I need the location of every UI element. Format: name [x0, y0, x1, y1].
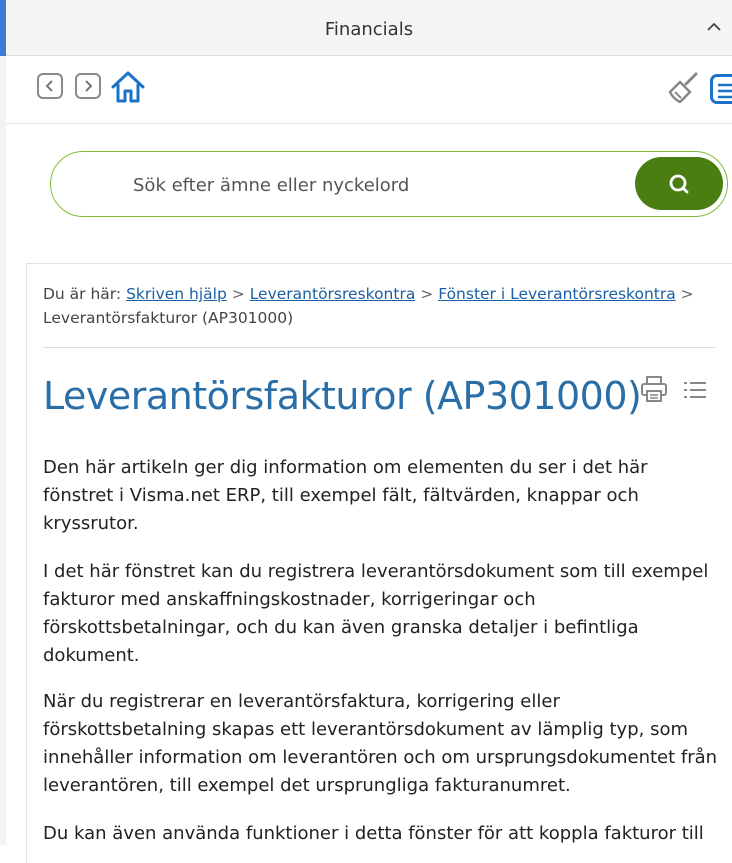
search-input[interactable]	[131, 166, 615, 204]
forward-button[interactable]	[75, 73, 101, 99]
list-icon[interactable]	[683, 379, 707, 401]
title-bar: Financials	[6, 0, 732, 56]
search-button[interactable]	[635, 157, 723, 210]
article-paragraph: Du kan även använda funktioner i detta f…	[43, 823, 704, 844]
breadcrumb-link-skriven-hjalp[interactable]: Skriven hjälp	[126, 285, 227, 303]
breadcrumb: Du är här: Skriven hjälp > Leverantörsre…	[43, 282, 703, 330]
breadcrumb-divider	[43, 347, 716, 348]
article-paragraph: När du registrerar en leverantörsfaktura…	[43, 691, 718, 796]
print-icon[interactable]	[639, 374, 669, 404]
breadcrumb-separator: >	[420, 285, 434, 303]
article-paragraph: I det här fönstret kan du registrera lev…	[43, 561, 709, 666]
breadcrumb-current: Leverantörsfakturor (AP301000)	[43, 309, 294, 327]
breadcrumb-link-fonster[interactable]: Fönster i Leverantörsreskontra	[438, 285, 676, 303]
broom-icon[interactable]	[666, 70, 702, 106]
search-bar	[50, 151, 728, 217]
breadcrumb-link-leverantorsreskontra[interactable]: Leverantörsreskontra	[250, 285, 416, 303]
chevron-right-icon	[85, 80, 93, 92]
breadcrumb-separator: >	[680, 285, 694, 303]
article-container: Du är här: Skriven hjälp > Leverantörsre…	[26, 263, 732, 863]
chevron-left-icon	[45, 80, 53, 92]
back-button[interactable]	[37, 73, 63, 99]
help-window: Financials Sök efter ämne eller nyckelor…	[6, 0, 732, 863]
search-icon	[669, 174, 689, 193]
page-title: Leverantörsfakturor (AP301000)	[43, 374, 642, 418]
home-icon[interactable]	[109, 69, 147, 105]
menu-icon	[718, 83, 732, 99]
window-title: Financials	[324, 19, 414, 40]
chevron-up-icon[interactable]	[706, 20, 722, 34]
breadcrumb-separator: >	[231, 285, 245, 303]
breadcrumb-prefix: Du är här:	[43, 285, 122, 303]
toolbar	[6, 56, 732, 124]
article-paragraph: Den här artikeln ger dig information om …	[43, 457, 648, 534]
menu-button[interactable]	[710, 74, 732, 104]
